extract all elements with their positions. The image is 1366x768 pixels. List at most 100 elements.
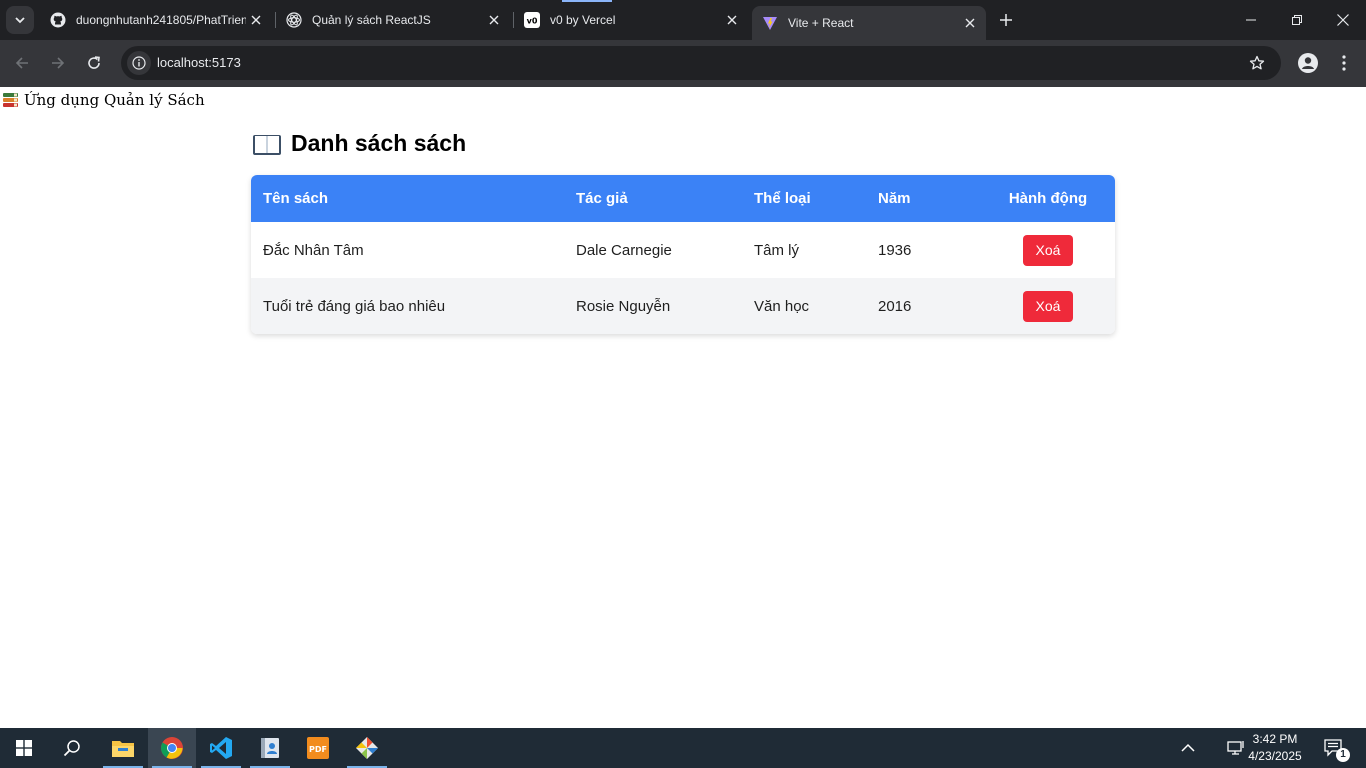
notification-center-button[interactable]: 1 [1312,728,1356,768]
plus-icon [1000,14,1012,26]
taskbar-app[interactable] [246,728,294,768]
vite-icon [762,15,778,31]
cell-year: 2016 [878,297,912,315]
bookmark-button[interactable] [1247,53,1267,73]
column-header-action: Hành động [1008,190,1088,207]
tab-title: duongnhutanh241805/PhatTrien [76,13,246,27]
site-info-button[interactable] [127,51,151,75]
column-header-genre: Thể loại [754,190,811,207]
info-icon [132,56,146,70]
app-header: Ứng dụng Quản lý Sách [2,91,205,109]
start-button[interactable] [0,728,48,768]
tab-search-button[interactable] [6,6,34,34]
pdf-icon: PDF [307,737,329,759]
close-icon [1337,14,1349,26]
tab-title: Quản lý sách ReactJS [312,13,431,27]
arrow-right-icon [52,57,65,69]
reload-button[interactable] [80,49,108,77]
git-icon [356,737,378,759]
column-header-year: Năm [878,190,911,207]
arrow-left-icon [15,57,28,69]
menu-button[interactable] [1330,49,1358,77]
search-icon [63,740,80,757]
minimize-icon [1246,19,1256,21]
cell-title: Tuổi trẻ đáng giá bao nhiêu [263,297,446,315]
avatar-icon [1298,53,1318,73]
svg-text:PDF: PDF [309,745,327,754]
close-icon[interactable] [484,10,504,30]
cell-action: Xoá [981,234,1115,266]
taskbar-pdf-reader[interactable]: PDF [294,728,342,768]
cell-genre: Tâm lý [754,241,799,259]
reload-icon [88,56,100,69]
taskbar-chrome[interactable] [148,728,196,768]
books-icon [3,92,18,107]
clock-date: 4/23/2025 [1248,749,1302,763]
tab-vite-react[interactable]: Vite + React [752,6,986,40]
close-icon[interactable] [722,10,742,30]
chevron-down-icon [15,17,25,24]
vscode-icon [210,737,232,759]
close-icon[interactable] [960,13,980,33]
cell-genre: Văn học [754,297,810,315]
app-title: Ứng dụng Quản lý Sách [24,91,205,109]
forward-button[interactable] [44,49,72,77]
clock-time: 3:42 PM [1252,732,1298,746]
tab-strip: duongnhutanh241805/PhatTrien Quản lý sác… [0,0,1366,40]
new-tab-button[interactable] [994,8,1018,32]
cell-author: Rosie Nguyễn [576,297,671,315]
chrome-icon [161,737,183,759]
chevron-up-icon [1181,743,1195,752]
delete-button[interactable]: Xoá [1023,234,1073,266]
notification-badge: 1 [1336,748,1350,762]
tab-title: v0 by Vercel [550,13,616,27]
search-button[interactable] [48,728,96,768]
table-row: Tuổi trẻ đáng giá bao nhiêu Rosie Nguyễn… [251,278,1115,334]
open-book-icon [253,134,281,155]
profile-button[interactable] [1294,49,1322,77]
table-row: Đắc Nhân Tâm Dale Carnegie Tâm lý 1936 X… [251,222,1115,278]
cell-author: Dale Carnegie [576,241,672,259]
delete-button[interactable]: Xoá [1023,290,1073,322]
minimize-button[interactable] [1228,0,1274,40]
table-header: Tên sách Tác giả Thể loại Năm Hành động [251,175,1115,222]
network-icon [1227,741,1244,755]
tab-title: Vite + React [788,16,854,30]
books-table: Tên sách Tác giả Thể loại Năm Hành động … [251,175,1115,334]
github-icon [50,12,66,28]
close-icon[interactable] [246,10,266,30]
contacts-icon [261,738,279,758]
close-window-button[interactable] [1320,0,1366,40]
tab-indicator-line [562,0,612,2]
restore-icon [1292,15,1302,25]
restore-button[interactable] [1274,0,1320,40]
browser-toolbar: localhost:5173 [0,40,1366,87]
show-hidden-icons-button[interactable] [1166,728,1210,768]
taskbar-file-explorer[interactable] [99,728,147,768]
windows-icon [16,740,32,756]
react-icon [286,12,302,28]
clock[interactable]: 3:42 PM 4/23/2025 [1244,731,1306,765]
svg-text:v0: v0 [527,17,538,26]
folder-icon [112,741,134,757]
cell-action: Xoá [981,290,1115,322]
page-title: Danh sách sách [253,130,466,157]
more-vertical-icon [1342,55,1346,71]
page-title-text: Danh sách sách [291,130,467,156]
cell-year: 1936 [878,241,912,259]
back-button[interactable] [8,49,36,77]
url-text[interactable]: localhost:5173 [157,46,241,80]
column-header-author: Tác giả [576,190,628,207]
taskbar: PDF 3:42 PM 4/23/2025 1 [0,728,1366,768]
star-icon [1249,55,1265,70]
tab-quan-ly-sach[interactable]: Quản lý sách ReactJS [276,6,510,34]
page-content: Ứng dụng Quản lý Sách Danh sách sách Tên… [0,87,1366,728]
cell-title: Đắc Nhân Tâm [263,241,364,259]
tab-v0[interactable]: v0 v0 by Vercel [514,6,748,34]
taskbar-git-client[interactable] [343,728,391,768]
column-header-title: Tên sách [263,190,329,207]
tab-github[interactable]: duongnhutanh241805/PhatTrien [40,6,272,34]
taskbar-vscode[interactable] [197,728,245,768]
v0-icon: v0 [524,12,540,28]
address-bar[interactable]: localhost:5173 [121,46,1281,80]
